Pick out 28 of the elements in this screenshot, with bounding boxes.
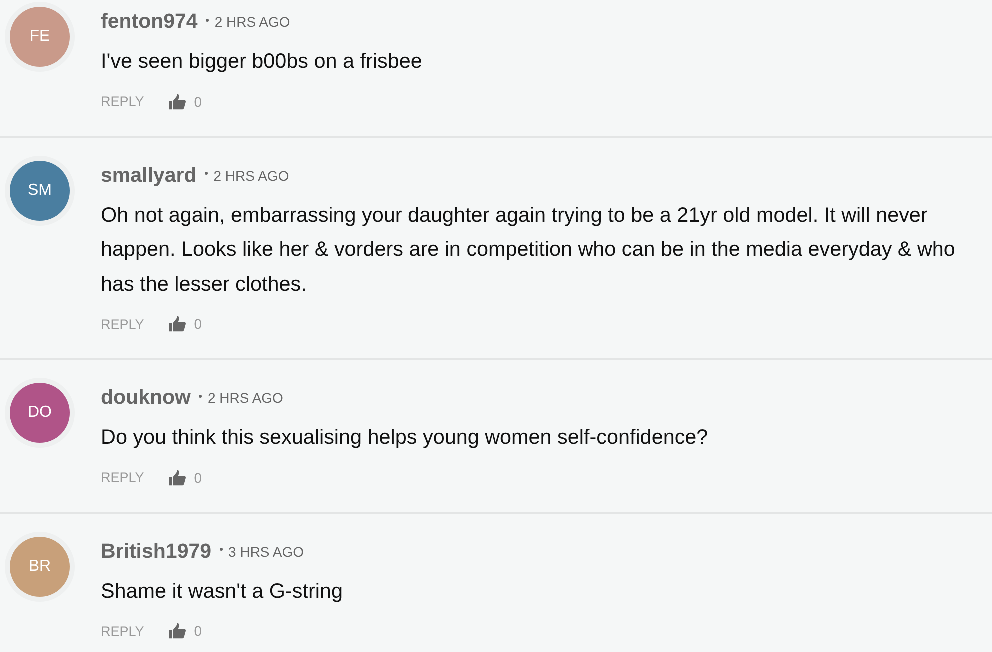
avatar: DO xyxy=(10,383,70,443)
timestamp: 2 HRS AGO xyxy=(208,390,284,406)
avatar: SM xyxy=(10,160,70,220)
separator-dot xyxy=(220,548,223,551)
separator-dot xyxy=(198,394,202,398)
like-count: 0 xyxy=(194,94,202,110)
username[interactable]: douknow xyxy=(101,386,191,410)
timestamp: 3 HRS AGO xyxy=(228,544,304,560)
like-count: 0 xyxy=(194,623,202,639)
comment-text: Shame it wasn't a G-string xyxy=(101,578,344,604)
thumbs-up-icon[interactable] xyxy=(169,623,186,639)
thumbs-up-icon[interactable] xyxy=(169,316,186,332)
avatar: BR xyxy=(10,536,70,596)
avatar: FE xyxy=(10,7,70,67)
separator-dot xyxy=(204,172,208,175)
thumbs-up-icon[interactable] xyxy=(169,94,186,110)
comment-text: Oh not again, embarrassing your daughter again trying to be a 21yr old model. It will never happen. Looks like her & vorders are in competition who can be in the media everyday & who has the lesser clothes. xyxy=(101,202,956,298)
comment-text: I've seen bigger b00bs on a frisbee xyxy=(101,49,424,75)
username[interactable]: smallyard xyxy=(101,164,197,188)
username[interactable]: fenton974 xyxy=(101,10,198,34)
comment-text: Do you think this sexualising helps young women self-confidence? xyxy=(101,425,710,451)
like-count: 0 xyxy=(194,316,202,332)
like-count: 0 xyxy=(194,470,202,486)
thumbs-up-icon[interactable] xyxy=(169,470,186,486)
separator-dot xyxy=(206,18,209,22)
timestamp: 2 HRS AGO xyxy=(214,14,290,30)
username[interactable]: British1979 xyxy=(101,540,212,564)
timestamp: 2 HRS AGO xyxy=(214,168,290,184)
